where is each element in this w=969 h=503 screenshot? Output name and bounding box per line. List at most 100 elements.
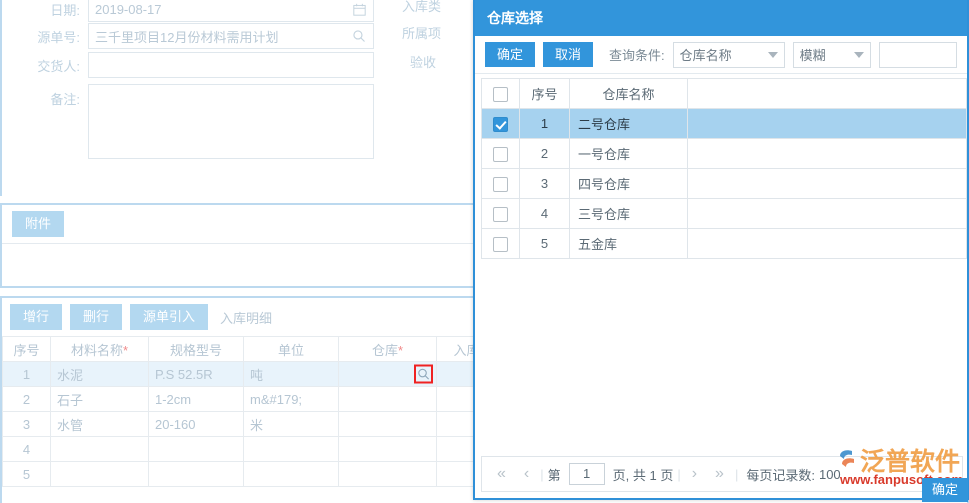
row-checkbox[interactable] [493, 206, 508, 222]
row-index: 5 [2, 461, 51, 487]
form-row-project: 所属项 [402, 23, 472, 42]
col-empty [687, 78, 967, 109]
row-material-name[interactable]: 水泥 [50, 361, 149, 387]
row-checkbox[interactable] [493, 146, 508, 162]
chevron-down-icon [767, 51, 778, 58]
tab-instock-detail[interactable]: 入库明细 [216, 308, 272, 327]
next-page-button[interactable]: › [685, 465, 704, 483]
attachment-button[interactable]: 附件 [12, 211, 65, 237]
deliverer-input[interactable] [88, 52, 374, 78]
row-warehouse[interactable] [338, 411, 437, 437]
search-icon[interactable] [351, 28, 367, 44]
row-material-name[interactable] [50, 436, 149, 462]
inspector-label: 验收 [410, 55, 437, 70]
row-checkbox[interactable] [493, 116, 508, 132]
prev-page-button[interactable]: ‹ [517, 465, 536, 483]
page-suffix-label: 页, 共 1 页 [612, 467, 674, 483]
select-all-checkbox[interactable] [493, 86, 508, 102]
last-page-button[interactable]: » [708, 465, 731, 483]
form-row-date: 日期: 2019-08-17 [2, 0, 382, 22]
warehouse-search-icon[interactable] [414, 364, 433, 384]
row-unit[interactable]: m&#179; [243, 386, 339, 412]
row-warehouse-name: 五金库 [569, 228, 688, 259]
per-page-label: 每页记录数: [746, 467, 815, 483]
date-value: 2019-08-17 [95, 1, 162, 17]
import-source-button[interactable]: 源单引入 [130, 304, 209, 330]
row-warehouse-name: 二号仓库 [569, 108, 688, 139]
project-label: 所属项 [402, 26, 442, 41]
date-input[interactable]: 2019-08-17 [88, 0, 374, 22]
query-keyword-input[interactable] [878, 41, 957, 68]
calendar-icon[interactable] [351, 1, 367, 17]
row-index: 3 [519, 168, 570, 199]
row-material-name[interactable]: 水管 [50, 411, 149, 437]
form-row-remark: 备注: [2, 84, 382, 159]
row-unit[interactable] [243, 461, 339, 487]
source-no-label: 源单号: [37, 29, 80, 45]
row-spec[interactable] [148, 461, 244, 487]
form-row-deliverer: 交货人: [2, 52, 382, 78]
row-checkbox-cell[interactable] [481, 198, 520, 229]
row-warehouse-name: 三号仓库 [569, 198, 688, 229]
row-checkbox-cell[interactable] [481, 228, 520, 259]
query-match-select[interactable]: 模糊 [792, 41, 871, 68]
row-spec[interactable] [148, 436, 244, 462]
source-no-input[interactable]: 三千里项目12月份材料需用计划 [88, 23, 374, 49]
form-row-inspector: 验收 [410, 52, 480, 71]
row-checkbox-cell[interactable] [481, 168, 520, 199]
table-row[interactable]: 5 五金库 [481, 228, 967, 259]
per-page-value[interactable]: 100 [819, 467, 841, 482]
row-spec[interactable]: 1-2cm [148, 386, 244, 412]
row-unit[interactable]: 吨 [243, 361, 339, 387]
row-spec[interactable]: P.S 52.5R [148, 361, 244, 387]
delete-row-button[interactable]: 删行 [70, 304, 123, 330]
col-index: 序号 [519, 78, 570, 109]
row-extra [687, 108, 967, 139]
remark-textarea[interactable] [88, 84, 374, 159]
remark-label: 备注: [50, 92, 80, 107]
dialog-cancel-button[interactable]: 取消 [543, 41, 594, 68]
row-index: 2 [2, 386, 51, 412]
table-row[interactable]: 2 一号仓库 [481, 138, 967, 169]
footer-confirm-button[interactable]: 确定 [922, 478, 969, 502]
row-extra [687, 228, 967, 259]
row-index: 4 [519, 198, 570, 229]
row-extra [687, 198, 967, 229]
query-condition-label: 查询条件: [609, 48, 665, 63]
table-row[interactable]: 1 二号仓库 [481, 108, 967, 139]
row-warehouse[interactable] [338, 361, 437, 387]
row-material-name[interactable]: 石子 [50, 386, 149, 412]
table-row[interactable]: 3 四号仓库 [481, 168, 967, 199]
row-index: 5 [519, 228, 570, 259]
row-material-name[interactable] [50, 461, 149, 487]
form-row-source-no: 源单号: 三千里项目12月份材料需用计划 [2, 23, 382, 49]
row-unit[interactable]: 米 [243, 411, 339, 437]
dialog-confirm-button[interactable]: 确定 [485, 41, 536, 68]
row-warehouse[interactable] [338, 386, 437, 412]
warehouse-table: 序号 仓库名称 1 二号仓库 2 一号仓库 3 四号仓库 4 三号仓库 5 五金… [481, 78, 967, 259]
row-unit[interactable] [243, 436, 339, 462]
page-prefix-label: 第 [547, 467, 561, 483]
select-all-header[interactable] [481, 78, 520, 109]
first-page-button[interactable]: « [490, 465, 513, 483]
row-warehouse[interactable] [338, 436, 437, 462]
dialog-pagination-bar: « ‹ | 第 1 页, 共 1 页 | › » | 每页记录数: 100 [481, 456, 963, 492]
row-checkbox-cell[interactable] [481, 138, 520, 169]
table-row[interactable]: 4 三号仓库 [481, 198, 967, 229]
col-spec: 规格型号 [148, 336, 244, 362]
row-index: 3 [2, 411, 51, 437]
query-field-select[interactable]: 仓库名称 [672, 41, 785, 68]
pagination-divider: | [677, 466, 681, 482]
warehouse-header-row: 序号 仓库名称 [481, 78, 967, 109]
row-warehouse-name: 四号仓库 [569, 168, 688, 199]
row-warehouse[interactable] [338, 461, 437, 487]
add-row-button[interactable]: 增行 [10, 304, 63, 330]
page-number-input[interactable]: 1 [568, 463, 605, 485]
row-spec[interactable]: 20-160 [148, 411, 244, 437]
row-index: 1 [519, 108, 570, 139]
row-checkbox[interactable] [493, 176, 508, 192]
chevron-down-icon [853, 51, 864, 58]
row-checkbox[interactable] [493, 236, 508, 252]
row-checkbox-cell[interactable] [481, 108, 520, 139]
col-unit: 单位 [243, 336, 339, 362]
